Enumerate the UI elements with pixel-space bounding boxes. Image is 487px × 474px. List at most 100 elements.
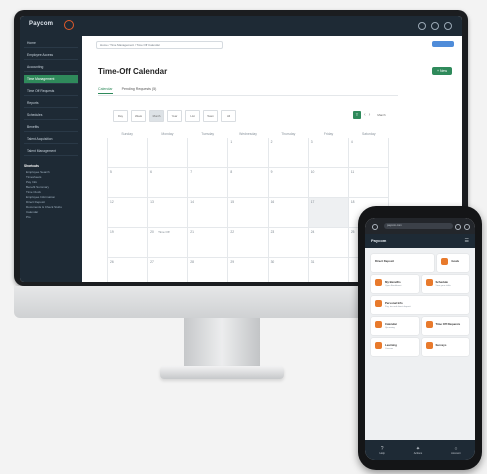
calendar-day-cell[interactable]: 4 (348, 138, 389, 168)
tile-schedule[interactable]: Schedule View your shifts (421, 275, 469, 293)
view-year-button[interactable]: Year (167, 110, 182, 122)
view-list-button[interactable]: List (185, 110, 200, 122)
calendar-day-cell[interactable]: 29 (228, 258, 269, 282)
calendar-day-cell[interactable]: 27 (148, 258, 189, 282)
search-icon[interactable] (418, 22, 426, 30)
user-icon[interactable] (444, 22, 452, 30)
sidebar-item-employee-access[interactable]: Employee Access (24, 51, 78, 60)
sidebar-item-benefits[interactable]: Benefits (24, 123, 78, 132)
calendar-event[interactable]: Time Off (158, 230, 169, 234)
weekday-label: Monday (161, 132, 174, 136)
tile-surveys[interactable]: Surveys (421, 338, 469, 356)
calendar-day-cell[interactable]: 8 (228, 168, 269, 198)
tile-label: Time Off Requests (435, 322, 461, 326)
tile-direct-deposit[interactable]: Direct Deposit (371, 254, 435, 272)
sidebar-item-schedules[interactable]: Schedules (24, 111, 78, 120)
calendar-day-cell[interactable]: 12 (107, 198, 149, 228)
new-request-button[interactable]: + New (432, 67, 452, 75)
tab-account[interactable]: ○ Account (451, 446, 460, 455)
sidebar-item-accounting[interactable]: Accounting (24, 63, 78, 72)
breadcrumb[interactable]: Home / Time Management / Time Off Calend… (96, 41, 223, 49)
sidebar-item-talent-management[interactable]: Talent Management (24, 147, 78, 156)
calendar-day-cell[interactable]: 14 (188, 198, 229, 228)
view-all-button[interactable]: All (221, 110, 236, 122)
shortcut-link[interactable]: Timesheets (26, 175, 76, 179)
home-icon[interactable] (372, 224, 378, 230)
shortcut-link[interactable]: Direct Deposit (26, 200, 76, 204)
tab-help[interactable]: ? Help (379, 446, 384, 455)
chevron-left-icon[interactable]: ‹ (364, 112, 366, 118)
view-month-button[interactable]: Month (149, 110, 164, 122)
header-action-button[interactable] (432, 41, 454, 47)
brand-logo[interactable]: Paycom (29, 21, 53, 27)
notification-icon[interactable] (431, 22, 439, 30)
shortcut-link[interactable]: Employee Information (26, 195, 76, 199)
calendar-day-cell[interactable]: 19 (107, 228, 149, 258)
calendar-nav: T ‹ › March (353, 111, 386, 119)
sidebar-item-time-management[interactable]: Time Management (24, 75, 78, 84)
calendar-day-cell[interactable] (107, 138, 149, 168)
tab-calendar[interactable]: Calendar (98, 87, 113, 94)
calendar-day-cell[interactable]: 9 (268, 168, 309, 198)
calendar-day-cell[interactable]: 15 (228, 198, 269, 228)
today-button[interactable]: T (353, 111, 361, 119)
calendar-day-cell[interactable]: 21 (188, 228, 229, 258)
shortcut-link[interactable]: Time Clock (26, 190, 76, 194)
sidebar-item-reports[interactable]: Reports (24, 99, 78, 108)
calendar-day-cell[interactable] (148, 138, 189, 168)
tabs-icon[interactable] (455, 224, 461, 230)
tile-learning[interactable]: Learning Courses (371, 338, 419, 356)
tile-sub: Pay, tax and direct deposit (385, 306, 411, 308)
calendar-day-cell[interactable]: 7 (188, 168, 229, 198)
browser-address-bar: paycom.com (365, 218, 475, 234)
tile-my-benefits[interactable]: My Benefits Open Enrollment (371, 275, 419, 293)
mobile-phone: paycom.com Paycom ☰ Direct Deposit Goals… (358, 206, 482, 470)
shortcut-link[interactable]: Benefit Summary (26, 185, 76, 189)
calendar-day-cell[interactable] (188, 138, 229, 168)
sidebar-item-talent-acquisition[interactable]: Talent Acquisition (24, 135, 78, 144)
calendar-day-cell[interactable]: 6 (148, 168, 189, 198)
sidebar-item-time-off[interactable]: Time Off Requests (24, 87, 78, 96)
shortcut-link[interactable]: Documents & Check Stubs (26, 205, 76, 209)
day-number: 11 (350, 170, 355, 174)
calendar-day-cell[interactable]: 17 (308, 198, 349, 228)
calendar-day-cell[interactable]: 16 (268, 198, 309, 228)
shortcut-link[interactable]: Calendar (26, 210, 76, 214)
shortcut-link[interactable]: Pto (26, 215, 76, 219)
view-week-button[interactable]: Week (131, 110, 146, 122)
view-team-button[interactable]: Team (203, 110, 218, 122)
calendar-day-cell[interactable]: 23 (268, 228, 309, 258)
tile-personal-info[interactable]: Personal Info Pay, tax and direct deposit (371, 296, 469, 314)
calendar-day-cell[interactable]: 13 (148, 198, 189, 228)
tab-pending-requests[interactable]: Pending Requests (5) (122, 87, 157, 94)
calendar-day-cell[interactable]: 10 (308, 168, 349, 198)
url-field[interactable]: paycom.com (384, 223, 453, 229)
sidebar-item-home[interactable]: Home (24, 39, 78, 48)
calendar-day-cell[interactable]: 3 (308, 138, 349, 168)
mobile-brand-logo[interactable]: Paycom (371, 238, 386, 243)
calendar-day-cell[interactable]: 2 (268, 138, 309, 168)
pencil-icon (375, 300, 382, 307)
calendar-day-cell[interactable]: 5 (107, 168, 149, 198)
shortcut-link[interactable]: Pay Info (26, 180, 76, 184)
calendar-day-cell[interactable]: 24 (308, 228, 349, 258)
more-icon[interactable] (464, 224, 470, 230)
day-number: 4 (350, 140, 353, 144)
calendar-day-cell[interactable]: 26 (107, 258, 149, 282)
tile-time-off-requests[interactable]: Time Off Requests (421, 317, 469, 335)
calendar-day-cell[interactable]: 20 Time Off (148, 228, 189, 258)
calendar-day-cell[interactable]: 1 (228, 138, 269, 168)
calendar-week-row: 12 13 14 15 16 17 18 (107, 198, 389, 228)
tile-calendar[interactable]: Calendar Upcoming (371, 317, 419, 335)
calendar-day-cell[interactable]: 28 (188, 258, 229, 282)
chevron-right-icon[interactable]: › (369, 112, 371, 118)
view-day-button[interactable]: Day (113, 110, 128, 122)
hamburger-icon[interactable]: ☰ (465, 238, 469, 244)
shortcut-link[interactable]: Employee Search (26, 170, 76, 174)
calendar-day-cell[interactable]: 30 (269, 258, 309, 282)
tab-actions[interactable]: ✦ Actions (414, 446, 423, 455)
calendar-day-cell[interactable]: 22 (228, 228, 269, 258)
calendar-day-cell[interactable]: 11 (348, 168, 389, 198)
calendar-day-cell[interactable]: 31 (309, 258, 349, 282)
tile-goals[interactable]: Goals (437, 254, 469, 272)
